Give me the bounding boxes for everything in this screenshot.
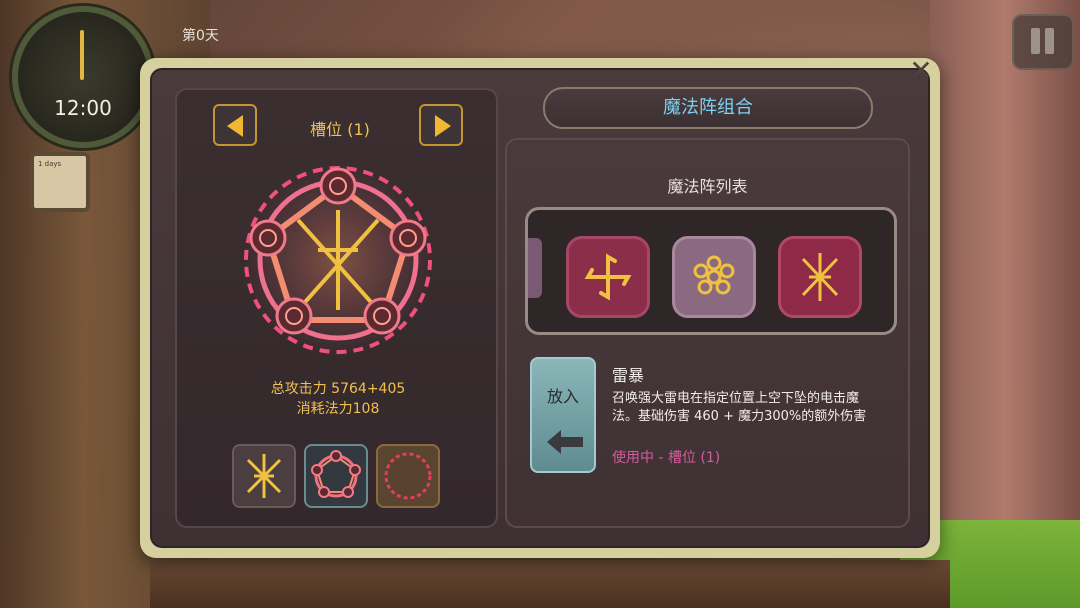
dialog-title: 魔法阵组合 (543, 87, 873, 129)
arrow-left-icon (227, 115, 243, 137)
background-crate-right (930, 0, 1080, 608)
clock-hand (80, 30, 84, 80)
note-icon[interactable]: 1 days (30, 152, 90, 212)
slot-title: 槽位 (1) (310, 120, 370, 139)
spell-tile-flower[interactable] (672, 236, 756, 318)
lightning-rune-icon (801, 253, 839, 301)
spell-list-title: 魔法阵列表 (667, 177, 748, 196)
equipped-slot-lightning[interactable] (232, 444, 296, 508)
pause-icon (1031, 28, 1040, 54)
clock-icon: 12:00 (12, 6, 154, 148)
spell-status: 使用中 - 槽位 (1) (612, 450, 721, 466)
close-icon[interactable]: ✕ (906, 57, 936, 87)
pause-icon-bar (1045, 28, 1054, 54)
put-in-button[interactable]: 放入 (530, 357, 596, 473)
clock-time: 12:00 (54, 96, 112, 120)
total-attack: 总攻击力 5764+405 (270, 381, 406, 397)
arrow-right-icon (435, 115, 451, 137)
day-label: 第0天 (182, 28, 219, 44)
spell-description: 召唤强大雷电在指定位置上空下坠的电击魔法。基础伤害 460 + 魔力300%的额… (612, 391, 867, 424)
put-in-label: 放入 (546, 387, 579, 406)
prev-slot-button[interactable] (213, 104, 257, 146)
equipped-slot-pentagram[interactable] (304, 444, 368, 508)
flower-icon (693, 255, 735, 295)
equipped-slot-empty[interactable] (376, 444, 440, 508)
scroll-edge (528, 238, 542, 298)
spell-tile-shuriken[interactable] (566, 236, 650, 318)
background-wood (150, 560, 950, 608)
spell-name: 雷暴 (612, 366, 645, 385)
spell-tile-lightning[interactable] (778, 236, 862, 318)
pause-button[interactable] (1012, 14, 1074, 70)
pentagram-circle-icon (311, 450, 361, 498)
note-text: 1 days (38, 160, 62, 168)
arrow-left-icon (547, 430, 583, 454)
next-slot-button[interactable] (419, 104, 463, 146)
mana-cost: 消耗法力108 (296, 401, 380, 417)
pentagram-circle-icon (242, 164, 434, 356)
empty-ring-icon (384, 452, 432, 500)
spell-list[interactable] (525, 207, 897, 335)
magic-circle-preview (238, 160, 438, 360)
shuriken-icon (584, 253, 632, 301)
lightning-rune-icon (246, 454, 282, 498)
